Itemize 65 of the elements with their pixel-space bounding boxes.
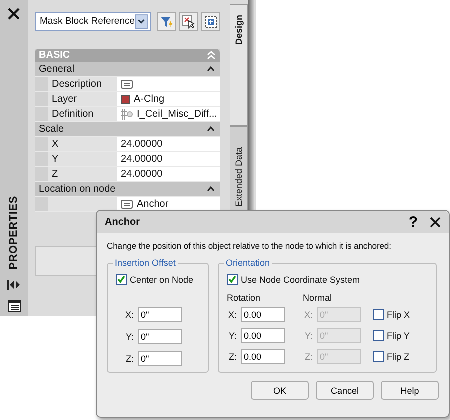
input-field[interactable]: 0.00: [241, 307, 285, 322]
dialog-message: Change the position of this object relative to the node to which it is anchored:: [107, 241, 392, 251]
checkbox[interactable]: [227, 274, 238, 285]
input-field[interactable]: 0.00: [241, 349, 285, 364]
cancel-button[interactable]: Cancel: [316, 381, 374, 400]
axis-label: Z:: [304, 352, 313, 362]
axis-label: Y:: [228, 330, 237, 340]
arrows-icon[interactable]: [7, 280, 21, 290]
cursor-button[interactable]: [179, 12, 198, 31]
object-type-dropdown[interactable]: Mask Block Reference: [35, 12, 151, 31]
close-icon[interactable]: [8, 8, 20, 20]
axis-label: X:: [124, 310, 134, 320]
property-value-cell[interactable]: [118, 77, 220, 91]
input-field[interactable]: 0.00: [241, 328, 285, 343]
input-field[interactable]: 0": [138, 351, 182, 366]
checkbox-label: Flip Z: [387, 352, 410, 362]
palette-title: PROPERTIES: [8, 196, 20, 270]
axis-label: Z:: [125, 354, 134, 364]
property-label-cell: Layer: [48, 92, 118, 106]
property-label-cell: Z: [48, 167, 118, 181]
text-field-icon: [121, 80, 133, 88]
text-field-icon: [121, 200, 133, 208]
property-value-cell[interactable]: 24.00000: [118, 152, 220, 166]
group-header[interactable]: General: [35, 62, 220, 77]
select-box-button[interactable]: [201, 12, 220, 31]
group-title: Orientation: [224, 258, 272, 268]
column-label: Normal: [303, 293, 334, 303]
property-label-cell: Y: [48, 152, 118, 166]
help-button[interactable]: Help: [381, 381, 439, 400]
property-value-cell[interactable]: 24.00000: [118, 137, 220, 151]
property-value-cell[interactable]: I_Ceil_Misc_Diff...: [118, 107, 220, 121]
group-title: Insertion Offset: [113, 258, 178, 268]
axis-label: Y:: [124, 332, 134, 342]
checkbox-label: Center on Node: [130, 274, 194, 284]
list-icon[interactable]: [8, 300, 20, 312]
property-value-cell[interactable]: 24.00000: [118, 167, 220, 181]
checkbox[interactable]: [373, 351, 384, 362]
property-label-cell: X: [48, 137, 118, 151]
property-label-cell: Definition: [48, 107, 118, 121]
axis-label: Y:: [304, 330, 313, 340]
color-swatch-icon: [121, 94, 130, 104]
double-chevron-icon: [207, 51, 216, 60]
group-header[interactable]: Scale: [35, 122, 220, 137]
property-value-cell[interactable]: Anchor: [118, 197, 220, 211]
axis-label: X:: [227, 310, 237, 320]
help-button[interactable]: ?: [408, 214, 418, 230]
ok-button[interactable]: OK: [251, 381, 309, 400]
checkbox[interactable]: [373, 309, 384, 320]
checkbox-label: Flip Y: [387, 330, 410, 340]
close-icon[interactable]: [430, 216, 441, 228]
axis-label: X:: [303, 310, 313, 320]
checkbox[interactable]: [373, 330, 384, 341]
axis-label: Z:: [228, 352, 237, 362]
checkbox-label: Flip X: [387, 310, 410, 320]
input-field[interactable]: 0": [138, 307, 182, 322]
column-label: Rotation: [227, 293, 262, 303]
funnel-button[interactable]: [157, 12, 176, 31]
input-field[interactable]: 0": [138, 329, 182, 344]
palette-tab[interactable]: Design: [230, 4, 248, 126]
property-label-cell: Description: [48, 77, 118, 91]
property-value-cell[interactable]: A-Clng: [118, 92, 220, 106]
dialog-title: Anchor: [105, 216, 141, 228]
checkbox-label: Use Node Coordinate System: [241, 274, 360, 284]
checkbox[interactable]: [116, 274, 127, 285]
group-header[interactable]: Location on node: [35, 182, 220, 197]
